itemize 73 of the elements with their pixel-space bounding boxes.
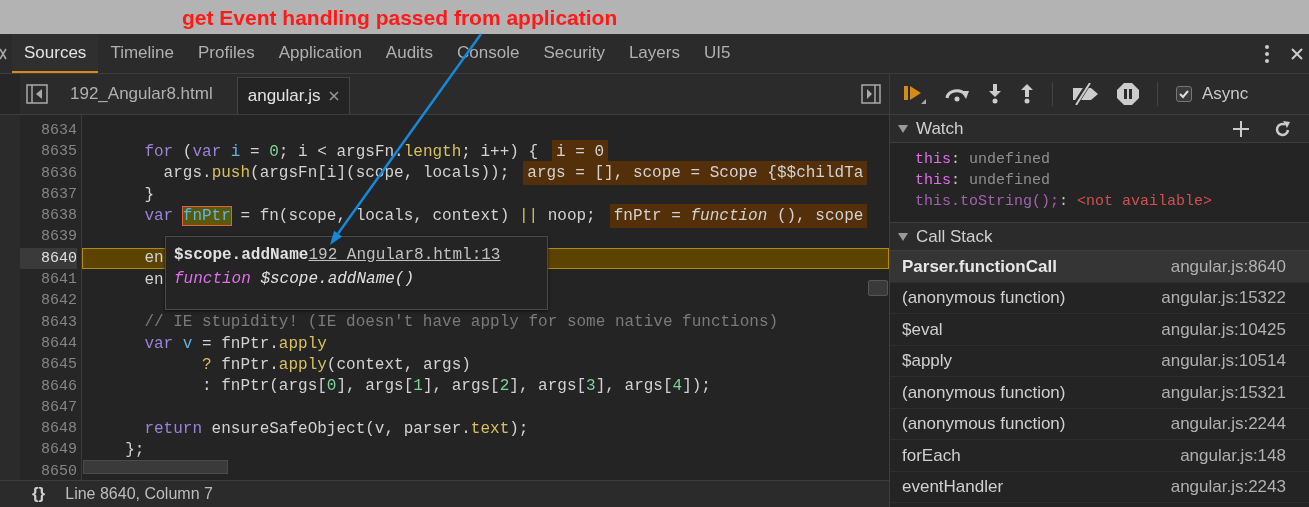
line-number: 8640 [20, 247, 77, 270]
devtools-tab[interactable]: Application [266, 34, 374, 73]
line-number: 8636 [40, 163, 77, 184]
sidebar-toggle-icon[interactable] [26, 84, 48, 104]
watch-expression[interactable]: this.toString();: <not available> [915, 191, 1309, 212]
vertical-scrollbar-thumb[interactable] [868, 280, 888, 296]
file-tab[interactable]: 192_Angular8.html [60, 74, 223, 114]
code-line: // IE stupidity! (IE doesn't have apply for some native functions) [143, 312, 779, 334]
line-number: 8647 [40, 397, 77, 418]
expand-triangle-icon[interactable] [898, 123, 908, 134]
resume-icon[interactable] [904, 84, 926, 104]
close-icon[interactable] [1291, 47, 1303, 60]
source-link[interactable]: 192_Angular8.html:13 [308, 243, 501, 267]
line-number: 8641 [40, 270, 77, 291]
pause-icon[interactable] [1117, 83, 1139, 105]
step-over-icon[interactable] [944, 86, 970, 102]
code-line: } [143, 184, 154, 206]
code-line: return ensureSafeObject(v, parser.text); [143, 418, 529, 440]
devtools-tab[interactable]: Sources [12, 34, 99, 73]
devtools-tab[interactable]: UI5 [691, 34, 743, 73]
close-icon[interactable] [328, 91, 339, 101]
code-line: en [143, 269, 164, 291]
deactivate-breakpoints-icon[interactable] [1071, 83, 1099, 105]
file-tab[interactable]: angular.js [236, 77, 350, 114]
line-number: 8648 [40, 419, 77, 440]
call-stack-header[interactable]: Call Stack [890, 223, 1309, 251]
step-into-icon[interactable] [988, 84, 1002, 104]
cursor-position: Line 8640, Column 7 [65, 484, 213, 504]
expand-triangle-icon[interactable] [898, 231, 908, 242]
watch-header[interactable]: Watch [890, 115, 1309, 143]
code-line: : fnPtr(args[0], args[1], args[2], args[3], args[4]); [201, 376, 711, 398]
devtools-tab[interactable]: Security [531, 34, 617, 73]
function-name: $scope.addName [174, 245, 309, 266]
devtools-tab[interactable]: Timeline [98, 34, 186, 73]
watch-title: Watch [916, 117, 964, 140]
line-number: 8638 [40, 206, 77, 227]
panel-toggle-icon[interactable] [861, 84, 881, 104]
code-line: en [143, 248, 164, 270]
step-out-icon[interactable] [1020, 84, 1034, 104]
line-number: 8645 [40, 355, 77, 376]
line-number: 8650 [40, 461, 77, 480]
inline-value: args = [], scope = Scope {$$childTa [523, 161, 868, 186]
devtools-tab[interactable]: Audits [373, 34, 446, 73]
call-stack-frame[interactable]: Parser.functionCall angular.js:8640 [890, 251, 1309, 283]
pretty-print-button[interactable]: {} [32, 481, 46, 507]
more-icon[interactable] [1265, 44, 1269, 63]
async-label: Async [1202, 83, 1249, 106]
code-line: var v = fnPtr.apply [143, 333, 327, 355]
devtools-tab[interactable]: Profiles [186, 34, 267, 73]
inline-value: fnPtr = function (), scope [609, 203, 868, 228]
annotation-text: get Event handling passed from application [182, 6, 618, 28]
function-signature: function $scope.addName() [174, 269, 416, 290]
line-number: 8642 [40, 291, 77, 312]
refresh-icon[interactable] [1275, 120, 1291, 137]
code-line: var fnPtr = fn(scope, locals, context) || noop; [143, 205, 596, 227]
code-line: ? fnPtr.apply(context, args) [201, 354, 471, 376]
line-number: 8637 [40, 184, 77, 205]
code-line: }; [124, 440, 145, 462]
line-number: 8646 [40, 376, 77, 397]
add-icon[interactable] [1233, 120, 1249, 137]
line-number: 8639 [40, 227, 77, 248]
devtools-tab[interactable]: Layers [616, 34, 692, 73]
watch-expression[interactable]: this: undefined [915, 149, 1309, 170]
line-number: 8644 [40, 333, 77, 354]
line-number: 8649 [40, 440, 77, 461]
line-number: 8634 [40, 121, 77, 141]
horizontal-scrollbar-thumb[interactable] [83, 460, 228, 474]
async-checkbox[interactable] [1176, 86, 1192, 102]
watch-expression[interactable]: this: undefined [915, 170, 1309, 191]
inline-value: i = 0 [552, 139, 609, 164]
call-stack-title: Call Stack [916, 225, 993, 248]
line-number: 8635 [40, 142, 77, 163]
line-number: 8643 [40, 312, 77, 333]
